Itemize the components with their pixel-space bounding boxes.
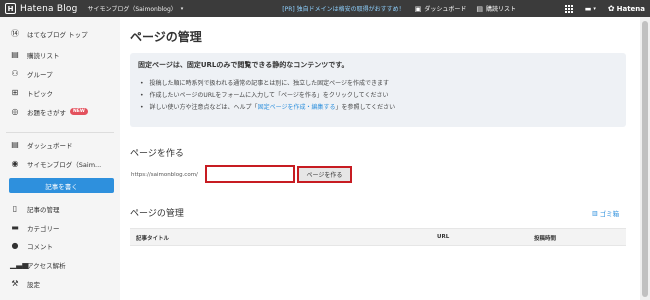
create-page-heading: ページを作る	[130, 149, 184, 159]
reading-list-label: 購読リスト	[485, 6, 516, 13]
hatena-label: Hatena	[616, 4, 645, 13]
info-bullet: 投稿した順に時系列で扱われる通常の記事とは別に、独立した固定ページを作成できます	[138, 78, 618, 90]
sidebar-divider	[6, 132, 114, 133]
info-list: 投稿した順に時系列で扱われる通常の記事とは別に、独立した固定ページを作成できます…	[138, 78, 618, 114]
hatena-blog-logo[interactable]: H Hatena Blog	[5, 3, 78, 14]
write-article-button[interactable]: 記事を書く	[9, 178, 114, 193]
caret-down-icon: ▾	[180, 5, 184, 12]
blog-name-label: サイモンブログ（Saimonblog）	[87, 6, 177, 13]
logo-text: Hatena Blog	[20, 3, 78, 14]
dashboard-label: ダッシュボード	[424, 6, 467, 13]
apps-grid-icon[interactable]	[564, 4, 573, 13]
blog-switcher[interactable]: サイモンブログ（Saimonblog） ▾	[87, 4, 184, 14]
sidebar-item-label: グループ	[27, 70, 53, 79]
sidebar-item-label: 記事の管理	[27, 205, 60, 214]
reading-list-icon: ▤	[476, 4, 483, 13]
info-box: 固定ページは、固定URLのみで閲覧できる静的なコンテンツです。 投稿した順に時系…	[130, 53, 626, 127]
sidebar-item-label: トピック	[27, 89, 53, 98]
help-link[interactable]: 固定ページを作成・編集する	[258, 104, 336, 111]
info-heading: 固定ページは、固定URLのみで閲覧できる静的なコンテンツです。	[138, 61, 349, 69]
trash-icon: ▥	[592, 209, 598, 217]
sidebar-item-label: 購読リスト	[27, 51, 60, 60]
scrollbar-thumb[interactable]	[642, 21, 648, 297]
sidebar: ⑭ はてなブログ トップ ▤ 購読リスト ⚇ グループ ⊞ トピック ◎ お題を…	[0, 17, 120, 300]
manage-pages-heading: ページの管理	[130, 209, 184, 219]
url-prefix: https://saimonblog.com/	[131, 172, 198, 178]
info-bullet-text: 投稿した順に時系列で扱われる通常の記事とは別に、独立した固定ページを作成できます	[149, 80, 389, 87]
create-page-button[interactable]: ページを作る	[297, 166, 352, 183]
info-bullet-text: 作成したいページのURLをフォームに入力して「ページを作る」をクリックしてくださ…	[149, 92, 389, 99]
comment-icon: ●	[11, 241, 19, 250]
sidebar-item-label: コメント	[27, 242, 53, 251]
reading-list-button[interactable]: ▤ 購読リスト	[476, 4, 516, 14]
dashboard-icon: ▤	[11, 140, 19, 149]
top-bar: H Hatena Blog サイモンブログ（Saimonblog） ▾ [PR]…	[0, 0, 650, 17]
new-badge: NEW	[70, 108, 88, 115]
sidebar-item-dashboard[interactable]: ▤ ダッシュボード	[0, 136, 120, 153]
hatena-icon: ⑭	[11, 29, 19, 38]
hatena-account-button[interactable]: ✿ Hatena	[608, 4, 645, 13]
column-header-posted-time: 投稿時間	[534, 236, 557, 242]
info-bullet: 詳しい使い方や注意点などは、ヘルプ「固定ページを作成・編集する」を参照してくださ…	[138, 102, 618, 114]
pages-table-header: 記事タイトル URL 投稿時間	[130, 228, 626, 246]
info-bullet-text: 詳しい使い方や注意点などは、ヘルプ「	[149, 104, 258, 111]
wrench-icon: ⚒	[11, 279, 19, 288]
sidebar-item-topic[interactable]: ⊞ トピック	[0, 84, 120, 101]
sidebar-item-find-topic[interactable]: ◎ お題をさがす NEW	[0, 103, 120, 120]
document-icon: ▯	[12, 204, 18, 213]
column-header-url: URL	[437, 234, 450, 240]
page-url-input[interactable]	[205, 165, 295, 183]
sidebar-item-category[interactable]: ▬ カテゴリー	[0, 219, 120, 236]
chart-icon: ▁▃▅	[10, 260, 29, 269]
sidebar-item-access-analysis[interactable]: ▁▃▅ アクセス解析	[0, 256, 120, 273]
caret-down-icon: ▾	[593, 5, 596, 12]
group-icon: ⚇	[11, 69, 19, 78]
info-bullet: 作成したいページのURLをフォームに入力して「ページを作る」をクリックしてくださ…	[138, 90, 618, 102]
sidebar-item-label: お題をさがす	[27, 108, 66, 117]
hatena-icon: ✿	[607, 4, 615, 13]
topic-icon: ⊞	[11, 88, 19, 97]
scrollbar[interactable]	[640, 17, 650, 300]
sidebar-item-comment[interactable]: ● コメント	[0, 237, 120, 254]
sidebar-item-label: 設定	[27, 280, 40, 289]
info-bullet-text: 」を参照してください	[335, 104, 396, 111]
sidebar-item-settings[interactable]: ⚒ 設定	[0, 275, 120, 292]
sidebar-item-hatena-blog-top[interactable]: ⑭ はてなブログ トップ	[0, 25, 120, 42]
list-icon: ▤	[11, 50, 19, 59]
sidebar-item-reading-list[interactable]: ▤ 購読リスト	[0, 46, 120, 63]
dashboard-icon: ▣	[414, 4, 422, 13]
message-icon: ▬	[584, 4, 592, 13]
sidebar-item-label: ダッシュボード	[27, 141, 73, 150]
trash-label: ゴミ箱	[599, 210, 620, 218]
column-header-title: 記事タイトル	[136, 236, 170, 242]
notifications-button[interactable]: ▬ ▾	[585, 5, 596, 13]
trash-link[interactable]: ▥ ゴミ箱	[592, 208, 620, 219]
sidebar-item-label: はてなブログ トップ	[27, 30, 88, 39]
hatena-logo-icon: H	[5, 3, 16, 14]
sidebar-item-label: カテゴリー	[27, 224, 60, 233]
dashboard-button[interactable]: ▣ ダッシュボード	[414, 4, 467, 14]
sidebar-item-label: サイモンブログ（Saim...	[27, 160, 102, 169]
sidebar-item-label: アクセス解析	[27, 261, 66, 270]
folder-icon: ▬	[11, 223, 19, 232]
sidebar-item-blog[interactable]: ◉ サイモンブログ（Saim...	[0, 155, 120, 172]
sidebar-item-group[interactable]: ⚇ グループ	[0, 65, 120, 82]
page-title: ページの管理	[130, 30, 202, 44]
blog-icon: ◉	[11, 159, 19, 168]
sidebar-item-article-management[interactable]: ▯ 記事の管理	[0, 200, 120, 217]
promo-link[interactable]: [PR] 独自ドメインは格安の取得がおすすめ！	[282, 4, 404, 13]
search-topic-icon: ◎	[11, 107, 19, 116]
